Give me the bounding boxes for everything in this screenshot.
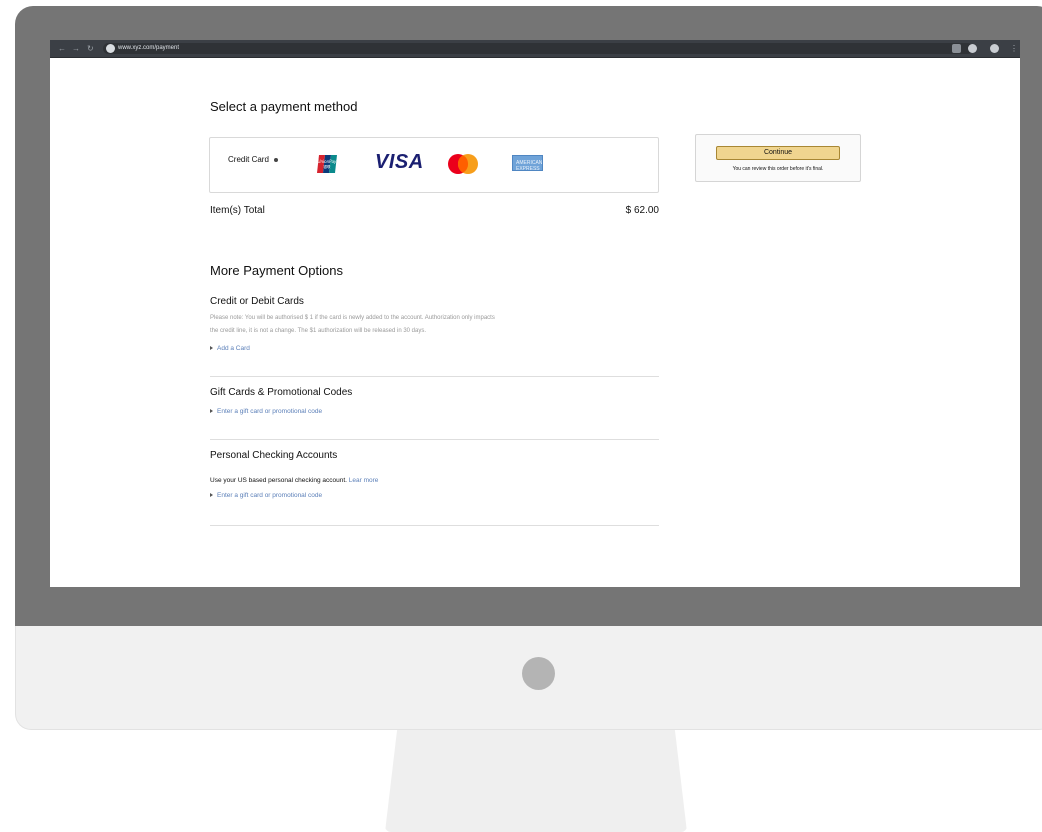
mastercard-logo-icon — [448, 154, 478, 174]
visa-logo: VISA — [375, 151, 424, 173]
profile-avatar-icon[interactable] — [990, 44, 999, 53]
site-info-icon[interactable] — [106, 44, 115, 53]
gift-card-link[interactable]: Enter a gift card or promotional code — [210, 407, 322, 416]
authorization-note-line2: the credit line, it is not a change. The… — [210, 328, 427, 334]
extension-globe-icon[interactable] — [968, 44, 977, 53]
back-arrow-icon[interactable]: ← — [58, 43, 66, 54]
caret-right-icon — [210, 346, 213, 351]
amex-logo-icon: AMERICAN EXPRESS — [512, 155, 543, 172]
selected-indicator-icon[interactable] — [274, 158, 278, 162]
caret-right-icon — [210, 493, 213, 498]
svg-text:UnionPay: UnionPay — [318, 159, 337, 164]
review-note: You can review this order before it's fi… — [732, 166, 824, 172]
order-summary-box: Continue You can review this order befor… — [695, 134, 861, 182]
address-bar[interactable] — [103, 43, 973, 54]
url-text[interactable]: www.xyz.com/payment — [118, 44, 179, 53]
credit-debit-heading: Credit or Debit Cards — [210, 296, 304, 307]
page-title: Select a payment method — [210, 99, 358, 114]
items-total-row: Item(s) Total $ 62.00 — [210, 205, 659, 216]
caret-right-icon — [210, 409, 213, 414]
items-total-label: Item(s) Total — [210, 205, 265, 216]
add-card-link[interactable]: Add a Card — [210, 344, 250, 353]
monitor-logo-dot — [522, 657, 555, 690]
authorization-note-line1: Please note: You will be authorised $ 1 … — [210, 315, 495, 321]
monitor-stand — [385, 730, 687, 832]
credit-card-label: Credit Card — [228, 155, 269, 164]
unionpay-logo-icon: UnionPay 银联 — [317, 155, 337, 173]
checking-heading: Personal Checking Accounts — [210, 450, 338, 461]
credit-card-option[interactable]: Credit Card UnionPay 银联 VISA AMERICAN EX… — [209, 137, 659, 193]
continue-button[interactable]: Continue — [716, 146, 840, 160]
extension-icon[interactable] — [952, 44, 961, 53]
learn-more-link[interactable]: Lear more — [349, 477, 379, 484]
items-total-value: $ 62.00 — [625, 205, 659, 216]
checking-link[interactable]: Enter a gift card or promotional code — [210, 491, 322, 500]
gift-cards-heading: Gift Cards & Promotional Codes — [210, 387, 353, 398]
more-options-title: More Payment Options — [210, 263, 343, 278]
divider — [210, 439, 659, 440]
divider — [210, 525, 659, 526]
reload-icon[interactable]: ↻ — [87, 43, 94, 54]
checking-description: Use your US based personal checking acco… — [210, 477, 379, 484]
browser-menu-icon[interactable]: ⋮ — [1010, 43, 1018, 54]
svg-text:银联: 银联 — [324, 164, 332, 169]
browser-toolbar: ← → ↻ www.xyz.com/payment ⋮ — [50, 40, 1020, 58]
screen: ← → ↻ www.xyz.com/payment ⋮ Select a pay… — [50, 40, 1020, 587]
divider — [210, 376, 659, 377]
forward-arrow-icon[interactable]: → — [72, 43, 80, 54]
